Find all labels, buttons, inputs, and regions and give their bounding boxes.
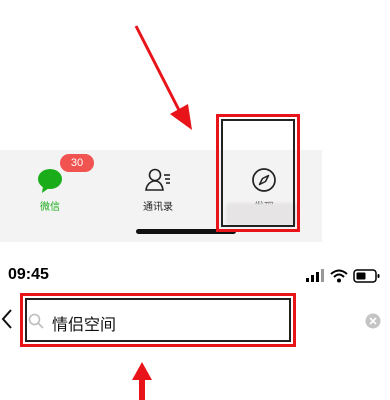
status-time: 09:45 — [8, 266, 49, 283]
clear-icon[interactable] — [365, 313, 381, 329]
tab-contacts[interactable]: 通讯录 — [118, 160, 198, 218]
unread-badge: 30 — [60, 154, 94, 172]
status-bar: 09:45 — [0, 262, 390, 292]
battery-icon — [353, 269, 380, 283]
signal-icon — [306, 269, 324, 282]
annotation-arrow-down — [134, 25, 192, 130]
discover-highlight-inner — [221, 119, 295, 227]
section-divider — [0, 246, 390, 247]
chat-bubble-icon — [38, 169, 62, 193]
contacts-icon — [145, 168, 170, 191]
wifi-icon — [330, 269, 348, 283]
tab-wechat-label: 微信 — [40, 202, 60, 213]
search-highlight-inner — [25, 298, 291, 342]
annotation-arrow-up — [132, 362, 152, 400]
tab-contacts-label: 通讯录 — [143, 202, 173, 213]
status-icons — [306, 269, 380, 283]
back-chevron-icon[interactable] — [0, 308, 14, 330]
page-root: 30 微信 通讯录 发现 09:45 — [0, 0, 390, 400]
tab-wechat[interactable]: 30 微信 — [10, 154, 94, 218]
